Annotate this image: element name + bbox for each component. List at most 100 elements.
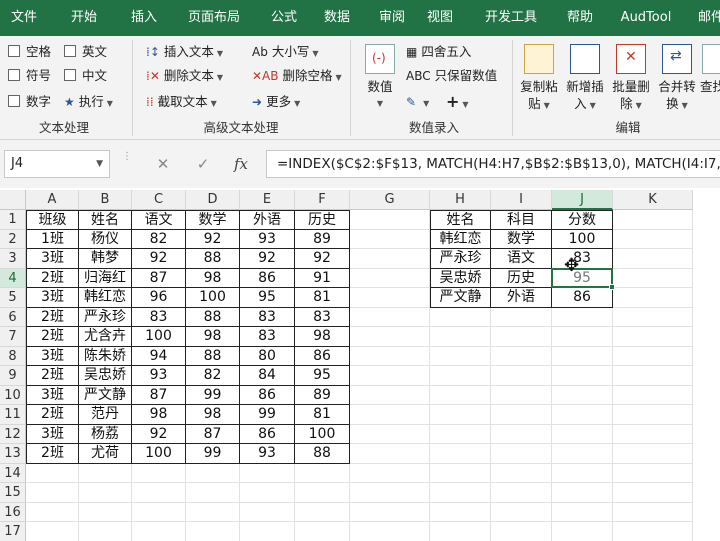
cell-blank[interactable]: [350, 210, 430, 230]
table-cell[interactable]: 81: [295, 405, 350, 425]
cell-blank[interactable]: [491, 307, 552, 327]
insert-text-button[interactable]: ⁞↕ 插入文本 ▼: [146, 42, 223, 62]
lookup-cell[interactable]: 历史: [491, 268, 552, 288]
table-cell[interactable]: 92: [240, 249, 295, 269]
chinese-checkbox[interactable]: 中文: [64, 66, 107, 86]
cell-blank[interactable]: [350, 502, 430, 522]
table-cell[interactable]: 83: [132, 307, 186, 327]
table-cell[interactable]: 100: [295, 424, 350, 444]
cell-blank[interactable]: [430, 522, 491, 541]
table-cell[interactable]: 100: [132, 444, 186, 464]
cell-blank[interactable]: [491, 502, 552, 522]
cell-blank[interactable]: [613, 385, 693, 405]
table-cell[interactable]: 2班: [26, 366, 79, 386]
table-cell[interactable]: 87: [132, 268, 186, 288]
ribbon-tab-8[interactable]: 开发工具: [466, 0, 556, 36]
column-header-D[interactable]: D: [186, 190, 240, 210]
table-cell[interactable]: 100: [132, 327, 186, 347]
truncate-text-button[interactable]: ⁞⁞ 截取文本 ▼: [146, 92, 217, 112]
row-header-4[interactable]: 4: [0, 268, 26, 288]
plus-button[interactable]: + ▼: [446, 92, 469, 112]
cell-blank[interactable]: [491, 424, 552, 444]
table-header-cell[interactable]: 班级: [26, 210, 79, 230]
table-cell[interactable]: 2班: [26, 268, 79, 288]
cell-blank[interactable]: [552, 307, 613, 327]
cell-blank[interactable]: [26, 483, 79, 503]
keep-value-button[interactable]: ABC 只保留数值: [406, 66, 497, 86]
cell-blank[interactable]: [295, 502, 350, 522]
delete-text-button[interactable]: ⁞✕ 删除文本 ▼: [146, 66, 223, 86]
table-cell[interactable]: 尤含卉: [79, 327, 132, 347]
table-cell[interactable]: 83: [295, 307, 350, 327]
lookup-cell[interactable]: 83: [552, 249, 613, 269]
row-header-1[interactable]: 1: [0, 210, 26, 230]
round-button[interactable]: ▦ 四舍五入: [406, 42, 471, 62]
row-header-10[interactable]: 10: [0, 385, 26, 405]
cell-blank[interactable]: [350, 307, 430, 327]
table-header-cell[interactable]: 语文: [132, 210, 186, 230]
cell-blank[interactable]: [613, 405, 693, 425]
table-cell[interactable]: 2班: [26, 307, 79, 327]
lookup-header-cell[interactable]: 分数: [552, 210, 613, 230]
table-cell[interactable]: 吴忠娇: [79, 366, 132, 386]
cell-blank[interactable]: [552, 463, 613, 483]
table-cell[interactable]: 82: [132, 229, 186, 249]
cell-blank[interactable]: [79, 463, 132, 483]
copy-paste-button[interactable]: 复制粘 贴 ▼: [516, 40, 562, 114]
cell-blank[interactable]: [430, 502, 491, 522]
merge-convert-button[interactable]: ⇄ 合并转 换 ▼: [654, 40, 700, 114]
execute-button[interactable]: ★ 执行 ▼: [64, 92, 113, 112]
table-cell[interactable]: 陈朱娇: [79, 346, 132, 366]
cell-blank[interactable]: [552, 366, 613, 386]
table-cell[interactable]: 84: [240, 366, 295, 386]
table-cell[interactable]: 93: [132, 366, 186, 386]
ribbon-tab-0[interactable]: 文件: [0, 0, 48, 36]
cell-blank[interactable]: [350, 405, 430, 425]
table-cell[interactable]: 98: [186, 268, 240, 288]
cell-blank[interactable]: [430, 424, 491, 444]
symbol-checkbox[interactable]: 符号: [8, 66, 51, 86]
table-cell[interactable]: 94: [132, 346, 186, 366]
table-cell[interactable]: 96: [132, 288, 186, 308]
table-cell[interactable]: 2班: [26, 444, 79, 464]
table-cell[interactable]: 83: [240, 307, 295, 327]
cell-blank[interactable]: [350, 385, 430, 405]
cell-blank[interactable]: [430, 346, 491, 366]
table-cell[interactable]: 83: [240, 327, 295, 347]
cell-blank[interactable]: [491, 463, 552, 483]
table-cell[interactable]: 2班: [26, 327, 79, 347]
row-header-11[interactable]: 11: [0, 405, 26, 425]
cell-blank[interactable]: [350, 424, 430, 444]
cell-blank[interactable]: [350, 268, 430, 288]
cell-blank[interactable]: [491, 405, 552, 425]
cell-blank[interactable]: [186, 463, 240, 483]
cell-blank[interactable]: [186, 522, 240, 541]
table-cell[interactable]: 3班: [26, 424, 79, 444]
table-cell[interactable]: 86: [240, 385, 295, 405]
table-cell[interactable]: 98: [186, 327, 240, 347]
ribbon-tab-2[interactable]: 插入: [120, 0, 168, 36]
lookup-cell[interactable]: 数学: [491, 229, 552, 249]
table-cell[interactable]: 88: [186, 307, 240, 327]
cell-blank[interactable]: [552, 346, 613, 366]
cell-blank[interactable]: [552, 522, 613, 541]
table-cell[interactable]: 3班: [26, 385, 79, 405]
row-header-15[interactable]: 15: [0, 483, 26, 503]
cell-blank[interactable]: [613, 268, 693, 288]
table-cell[interactable]: 95: [240, 288, 295, 308]
row-header-9[interactable]: 9: [0, 366, 26, 386]
table-cell[interactable]: 89: [295, 229, 350, 249]
cell-blank[interactable]: [613, 327, 693, 347]
ribbon-tab-3[interactable]: 页面布局: [168, 0, 260, 36]
lookup-cell[interactable]: 韩红恋: [430, 229, 491, 249]
english-checkbox[interactable]: 英文: [64, 42, 107, 62]
table-cell[interactable]: 92: [186, 229, 240, 249]
table-cell[interactable]: 杨仪: [79, 229, 132, 249]
fx-icon[interactable]: fx: [226, 152, 256, 176]
cell-blank[interactable]: [613, 346, 693, 366]
select-all-corner[interactable]: [0, 190, 26, 210]
table-cell[interactable]: 88: [186, 249, 240, 269]
cell-blank[interactable]: [430, 385, 491, 405]
table-cell[interactable]: 81: [295, 288, 350, 308]
cell-blank[interactable]: [552, 385, 613, 405]
